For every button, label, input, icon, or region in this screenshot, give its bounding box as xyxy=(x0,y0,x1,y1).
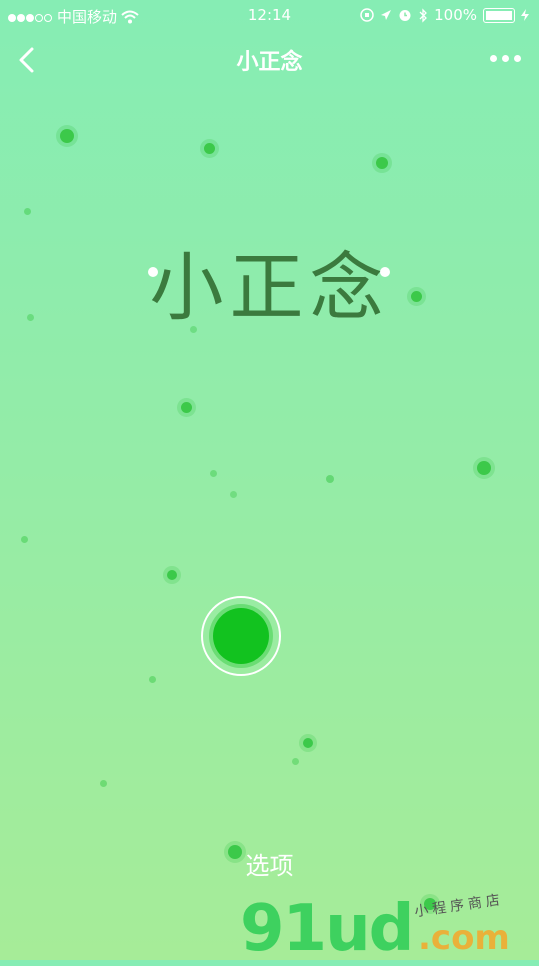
watermark-tagline: 小程序商店 xyxy=(413,891,505,921)
status-right: 100% xyxy=(360,6,529,24)
particle xyxy=(24,208,31,215)
orientation-lock-icon xyxy=(360,8,374,22)
options-link[interactable]: 选项 xyxy=(0,846,539,881)
navigation-bar: 小正念 xyxy=(0,30,539,90)
bluetooth-icon xyxy=(419,7,428,23)
particle xyxy=(21,536,28,543)
battery-percent: 100% xyxy=(434,6,477,24)
charging-icon xyxy=(521,9,529,21)
particle xyxy=(149,676,156,683)
particle xyxy=(167,570,177,580)
particle xyxy=(477,461,491,475)
particle xyxy=(303,738,313,748)
watermark-domain: .com xyxy=(418,918,510,958)
watermark-logo: 91ud xyxy=(240,892,414,966)
particle xyxy=(204,143,215,154)
particle xyxy=(100,780,107,787)
alarm-icon xyxy=(399,10,411,21)
particle xyxy=(60,129,74,143)
page-title: 小正念 xyxy=(236,50,303,75)
particle xyxy=(376,157,388,169)
particle xyxy=(210,470,217,477)
particle xyxy=(230,491,237,498)
start-meditation-button[interactable] xyxy=(201,596,281,676)
status-bar: 中国移动 12:14 100% xyxy=(0,0,539,30)
particle xyxy=(292,758,299,765)
start-button-core xyxy=(213,608,269,664)
more-options-icon[interactable] xyxy=(490,55,521,62)
particle xyxy=(181,402,192,413)
status-time: 12:14 xyxy=(247,6,292,24)
hero-title: 小正念 xyxy=(149,245,390,331)
location-icon xyxy=(381,10,392,20)
battery-icon xyxy=(483,7,515,23)
particle xyxy=(326,475,334,483)
hero-right-dot xyxy=(380,267,390,277)
